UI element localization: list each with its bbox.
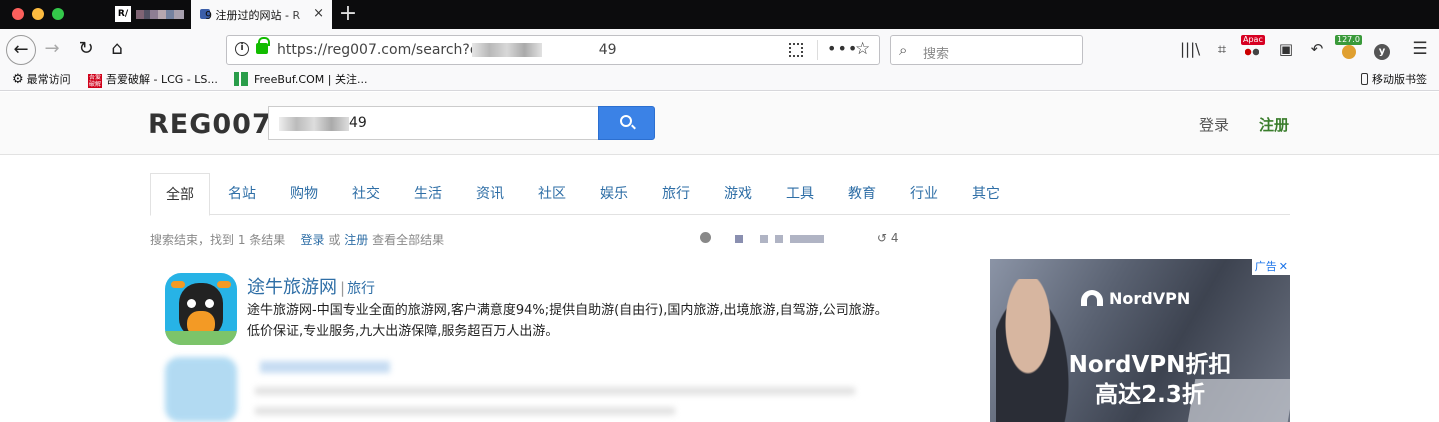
stats-register-link[interactable]: 注册 xyxy=(344,233,368,247)
hamburger-menu-icon[interactable]: ☰ xyxy=(1410,39,1430,59)
category-tabs: 全部 名站 购物 社交 生活 资讯 社区 娱乐 旅行 游戏 工具 教育 行业 其… xyxy=(150,173,1290,216)
result-title: 途牛旅游网 | 旅行 xyxy=(247,277,376,298)
search-icon: ⌕ xyxy=(899,41,908,59)
navigation-toolbar: ← → ↻ ⌂ i https://reg007.com/search?q 49 … xyxy=(0,29,1439,69)
bookmark-52pojie[interactable]: 吾爱 破解 吾爱破解 - LCG - LS... xyxy=(88,72,218,88)
close-ad-icon[interactable]: ✕ xyxy=(1279,259,1288,275)
tab-famous-sites[interactable]: 名站 xyxy=(212,173,272,215)
tab-all[interactable]: 全部 xyxy=(150,173,210,216)
redacted-query xyxy=(279,117,349,131)
redacted-tab-title xyxy=(136,10,184,19)
maximize-window-button[interactable] xyxy=(52,8,64,20)
tab-active-reg007[interactable]: 9 注册过的网站 - R × xyxy=(191,0,332,29)
location-pin-icon xyxy=(700,232,711,243)
blurred-result xyxy=(165,357,900,422)
bookmark-star-icon[interactable]: ☆ xyxy=(855,39,870,59)
tab-entertainment[interactable]: 娱乐 xyxy=(584,173,644,215)
site-info-icon[interactable]: i xyxy=(235,42,249,56)
mobile-bookmarks[interactable]: 移动版书签 xyxy=(1361,72,1427,88)
minimize-window-button[interactable] xyxy=(32,8,44,20)
result-category-link[interactable]: 旅行 xyxy=(347,281,375,297)
tuniu-app-icon[interactable] xyxy=(165,273,237,345)
lock-icon[interactable] xyxy=(256,37,270,54)
tab-education[interactable]: 教育 xyxy=(832,173,892,215)
page-actions-icon[interactable]: ••• xyxy=(827,39,858,58)
ad-headline-1: NordVPN折扣 xyxy=(1068,352,1232,378)
forward-button[interactable]: → xyxy=(42,39,62,59)
bookmark-most-visited[interactable]: ⚙ 最常访问 xyxy=(12,72,71,88)
phone-icon xyxy=(1361,73,1368,85)
search-bar[interactable]: ⌕ 搜索 xyxy=(890,35,1083,65)
site-header: REG007 49 登录 注册 xyxy=(0,92,1439,155)
tab-community[interactable]: 社区 xyxy=(522,173,582,215)
search-stats: 搜索结束，找到 1 条结果 登录 或 注册 查看全部结果 xyxy=(150,233,445,247)
freebuf-favicon-icon xyxy=(234,72,248,86)
register-link[interactable]: 注册 xyxy=(1259,114,1289,135)
apac-extension-icon[interactable]: Apac xyxy=(1241,35,1267,59)
tab-social[interactable]: 社交 xyxy=(336,173,396,215)
result-title-link[interactable]: 途牛旅游网 xyxy=(247,277,337,298)
query-input[interactable]: 49 xyxy=(268,106,598,140)
tab-news[interactable]: 资讯 xyxy=(460,173,520,215)
result-description: 途牛旅游网-中国专业全面的旅游网,客户满意度94%;提供自助游(自由行),国内旅… xyxy=(247,303,888,339)
tab-games[interactable]: 游戏 xyxy=(708,173,768,215)
y-extension-icon[interactable]: y xyxy=(1372,39,1392,60)
sidebar-icon[interactable]: ▣ xyxy=(1276,39,1296,59)
query-suffix: 49 xyxy=(349,115,367,131)
site-logo[interactable]: REG007 xyxy=(148,109,272,140)
home-button[interactable]: ⌂ xyxy=(106,39,128,59)
tab-shopping[interactable]: 购物 xyxy=(274,173,334,215)
bookmark-freebuf[interactable]: FreeBuf.COM | 关注... xyxy=(234,72,367,88)
ad-brand: NordVPN xyxy=(1081,289,1190,308)
ad-headline-2: 高达2.3折 xyxy=(1095,382,1205,408)
redacted-url-segment xyxy=(472,43,542,57)
search-placeholder: 搜索 xyxy=(923,47,950,62)
library-icon[interactable]: |||\ xyxy=(1180,39,1200,59)
tab-strip: R/ 9 注册过的网站 - R × + xyxy=(0,0,1439,29)
ad-badge[interactable]: 广告 ✕ xyxy=(1251,259,1290,275)
52pojie-favicon-icon: 吾爱 破解 xyxy=(88,74,102,88)
close-tab-icon[interactable]: × xyxy=(313,6,324,21)
undo-close-tab-icon[interactable]: ↶ xyxy=(1307,39,1327,59)
tab-pinned-rv[interactable]: R/ xyxy=(106,0,190,29)
tab-travel[interactable]: 旅行 xyxy=(646,173,706,215)
history-count[interactable]: ↺ 4 xyxy=(877,231,899,245)
nordvpn-ad[interactable]: 广告 ✕ NordVPN NordVPN折扣 高达2.3折 xyxy=(990,259,1290,422)
tab-tools[interactable]: 工具 xyxy=(770,173,830,215)
search-button[interactable] xyxy=(598,106,655,140)
tab-other[interactable]: 其它 xyxy=(956,173,1016,215)
rv-favicon-icon: R/ xyxy=(115,6,131,22)
tab-life[interactable]: 生活 xyxy=(398,173,458,215)
version-badge: 127.0 xyxy=(1335,35,1362,45)
version-extension-icon[interactable]: 127.0 xyxy=(1335,35,1363,59)
screenshot-crop-icon[interactable]: ⌗ xyxy=(1212,39,1232,59)
new-tab-button[interactable]: + xyxy=(338,1,358,27)
close-window-button[interactable] xyxy=(12,8,24,20)
reload-button[interactable]: ↻ xyxy=(75,39,97,59)
gear-icon: ⚙ xyxy=(12,72,24,87)
nordvpn-logo-icon xyxy=(1081,290,1103,306)
tab-industry[interactable]: 行业 xyxy=(894,173,954,215)
qr-code-icon[interactable] xyxy=(789,43,803,57)
apac-badge: Apac xyxy=(1241,35,1265,45)
stats-login-link[interactable]: 登录 xyxy=(301,233,325,247)
search-icon xyxy=(620,115,632,127)
login-link[interactable]: 登录 xyxy=(1199,114,1229,135)
result-meta: ↺ 4 xyxy=(700,231,910,247)
bookmarks-toolbar: ⚙ 最常访问 吾爱 破解 吾爱破解 - LCG - LS... FreeBuf.COM… xyxy=(0,69,1439,91)
url-text[interactable]: https://reg007.com/search?q 49 xyxy=(277,42,617,58)
back-button[interactable]: ← xyxy=(6,35,36,65)
address-bar[interactable]: i https://reg007.com/search?q 49 ••• ☆ xyxy=(226,35,880,65)
